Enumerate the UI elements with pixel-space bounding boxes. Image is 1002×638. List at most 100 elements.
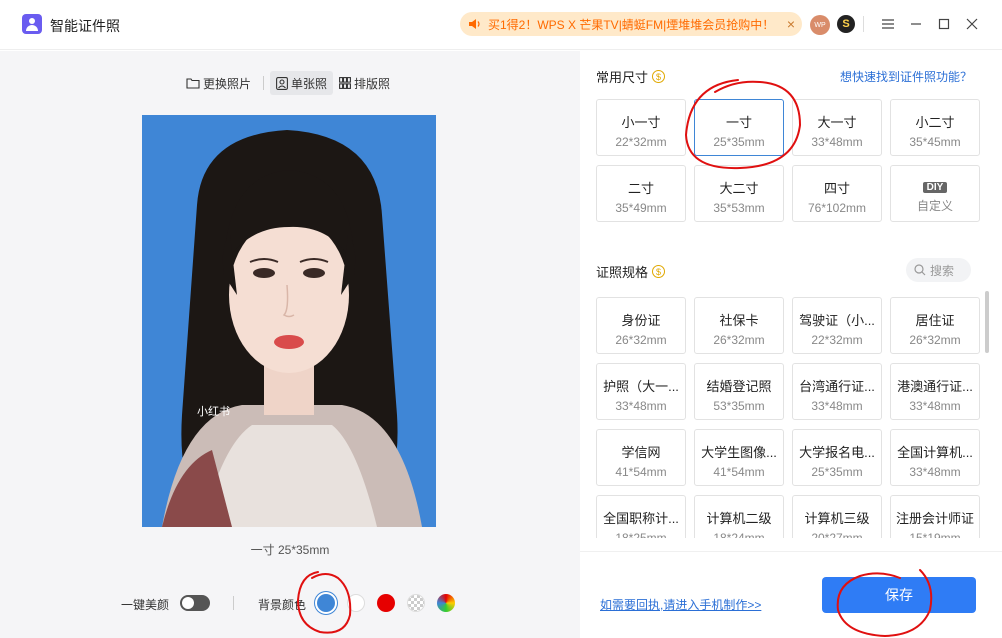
background-color-label: 背景颜色 (258, 598, 307, 612)
spec-card-name: 驾驶证（小... (799, 313, 875, 328)
grid-icon (339, 77, 351, 89)
common-sizes-label: 常用尺寸 (596, 70, 649, 85)
common-size-card-dimension: 22*32mm (615, 135, 667, 149)
menu-button[interactable] (878, 14, 898, 34)
bottom-divider (233, 596, 234, 610)
common-size-card-dimension: 自定义 (916, 199, 953, 213)
spec-card-name: 社保卡 (719, 313, 759, 328)
common-size-card[interactable]: 四寸 76*102mm (792, 165, 882, 222)
spec-card[interactable]: 注册会计师证 15*19mm (890, 495, 980, 538)
spec-card-dimension: 25*35mm (811, 465, 863, 479)
spec-card-dimension: 26*32mm (909, 333, 961, 347)
maximize-button[interactable] (934, 14, 954, 34)
spec-search-input[interactable]: 搜索 (906, 258, 971, 282)
portrait-icon (276, 76, 288, 90)
spec-card-dimension: 41*54mm (713, 465, 765, 479)
swatch-transparent[interactable] (407, 594, 425, 612)
spec-card[interactable]: 学信网 41*54mm (596, 429, 686, 486)
spec-card[interactable]: 全国职称计... 18*25mm (596, 495, 686, 538)
common-size-card-name: 大一寸 (817, 115, 857, 130)
save-button[interactable]: 保存 (822, 577, 976, 613)
spec-card[interactable]: 驾驶证（小... 22*32mm (792, 297, 882, 354)
portrait-image: 小红书 (142, 115, 436, 527)
swatch-red[interactable] (377, 594, 395, 612)
vip-badge-icon[interactable]: S (837, 15, 855, 33)
common-size-card-dimension: 35*53mm (713, 201, 765, 215)
spec-card-dimension: 33*48mm (615, 399, 667, 413)
id-photo-preview: 小红书 (142, 115, 436, 527)
spec-card-name: 身份证 (621, 313, 661, 328)
spec-card[interactable]: 全国计算机... 33*48mm (890, 429, 980, 486)
spec-card[interactable]: 计算机三级 20*27mm (792, 495, 882, 538)
mobile-link[interactable]: 如需要回执,请进入手机制作>> (600, 596, 761, 613)
folder-icon (186, 78, 200, 89)
toggle-knob (182, 597, 194, 609)
spec-card[interactable]: 居住证 26*32mm (890, 297, 980, 354)
spec-card-dimension: 33*48mm (909, 465, 961, 479)
single-photo-tab[interactable]: 单张照 (270, 71, 334, 95)
toolbar-divider (263, 76, 265, 90)
spec-card-name: 计算机二级 (706, 511, 772, 526)
spec-card[interactable]: 计算机二级 18*24mm (694, 495, 784, 538)
app-logo-icon (22, 14, 42, 34)
spec-card[interactable]: 港澳通行证... 33*48mm (890, 363, 980, 420)
spec-card-name: 结婚登记照 (706, 379, 772, 394)
promo-close-icon[interactable]: × (780, 16, 802, 32)
swatch-white[interactable] (347, 594, 365, 612)
spec-list[interactable]: 身份证 26*32mm 社保卡 26*32mm 驾驶证（小... 22*32mm 居住证 26… (580, 296, 1002, 538)
preview-panel: 更换照片 单张照 排版照 小红书 一寸 25*35mm 一键美颜 背景颜色 (0, 51, 580, 638)
common-size-card[interactable]: 小一寸 22*32mm (596, 99, 686, 156)
common-size-card[interactable]: 小二寸 35*45mm (890, 99, 980, 156)
help-link[interactable]: 想快速找到证件照功能？ (840, 68, 972, 85)
spec-card[interactable]: 护照（大一... 33*48mm (596, 363, 686, 420)
app-title: 智能证件照 (50, 18, 120, 34)
spec-card-name: 港澳通行证... (897, 379, 973, 394)
spec-card[interactable]: 身份证 26*32mm (596, 297, 686, 354)
swatch-custom-color[interactable] (437, 594, 455, 612)
spec-card[interactable]: 结婚登记照 53*35mm (694, 363, 784, 420)
search-icon (914, 264, 926, 276)
spec-card-dimension: 22*32mm (811, 333, 863, 347)
minimize-button[interactable] (906, 14, 926, 34)
spec-card[interactable]: 社保卡 26*32mm (694, 297, 784, 354)
common-size-card-dimension: 35*45mm (909, 135, 961, 149)
common-sizes-title: 常用尺寸 $ (596, 67, 666, 86)
hamburger-icon (882, 19, 894, 29)
layout-photo-tab[interactable]: 排版照 (333, 71, 396, 95)
spec-card-dimension: 18*25mm (615, 531, 667, 538)
spec-card-name: 全国计算机... (897, 445, 973, 460)
common-size-card-dimension: 33*48mm (811, 135, 863, 149)
common-size-card[interactable]: 二寸 35*49mm (596, 165, 686, 222)
single-photo-label: 单张照 (291, 76, 328, 91)
replace-photo-button[interactable]: 更换照片 (180, 71, 257, 95)
common-size-card-dimension: 35*49mm (615, 201, 667, 215)
common-size-card[interactable]: 一寸 25*35mm (694, 99, 784, 156)
close-icon (966, 18, 978, 30)
common-size-card-dimension: 25*35mm (713, 135, 765, 149)
spec-card-name: 注册会计师证 (895, 511, 974, 526)
coin-icon: $ (652, 265, 666, 278)
common-size-card-name: 小二寸 (915, 115, 955, 130)
spec-card[interactable]: 大学报名电... 25*35mm (792, 429, 882, 486)
spec-card-dimension: 15*19mm (909, 531, 961, 538)
avatar[interactable]: WP (810, 15, 830, 35)
close-button[interactable] (962, 14, 982, 34)
common-size-card[interactable]: DIY 自定义 (890, 165, 980, 222)
layout-photo-label: 排版照 (354, 76, 391, 91)
speaker-icon (469, 19, 480, 29)
spec-title: 证照规格 $ (596, 262, 666, 281)
beauty-label: 一键美颜 (121, 598, 170, 612)
spec-card[interactable]: 大学生图像... 41*54mm (694, 429, 784, 486)
common-size-card-dimension: 76*102mm (807, 201, 867, 215)
minimize-icon (911, 23, 921, 25)
spec-scrollbar[interactable] (985, 291, 989, 353)
promo-banner[interactable]: 买1得2！WPS X 芒果TV|蜻蜓FM|堙堆堆会员抢购中！ × (460, 12, 802, 36)
preview-toolbar: 更换照片 单张照 排版照 (180, 71, 396, 95)
beauty-toggle[interactable] (180, 595, 210, 611)
common-size-card[interactable]: 大一寸 33*48mm (792, 99, 882, 156)
spec-card[interactable]: 台湾通行证... 33*48mm (792, 363, 882, 420)
common-size-card[interactable]: 大二寸 35*53mm (694, 165, 784, 222)
common-size-card-name: 二寸 (627, 181, 654, 196)
spec-card-dimension: 33*48mm (811, 399, 863, 413)
swatch-blue[interactable] (317, 594, 335, 612)
